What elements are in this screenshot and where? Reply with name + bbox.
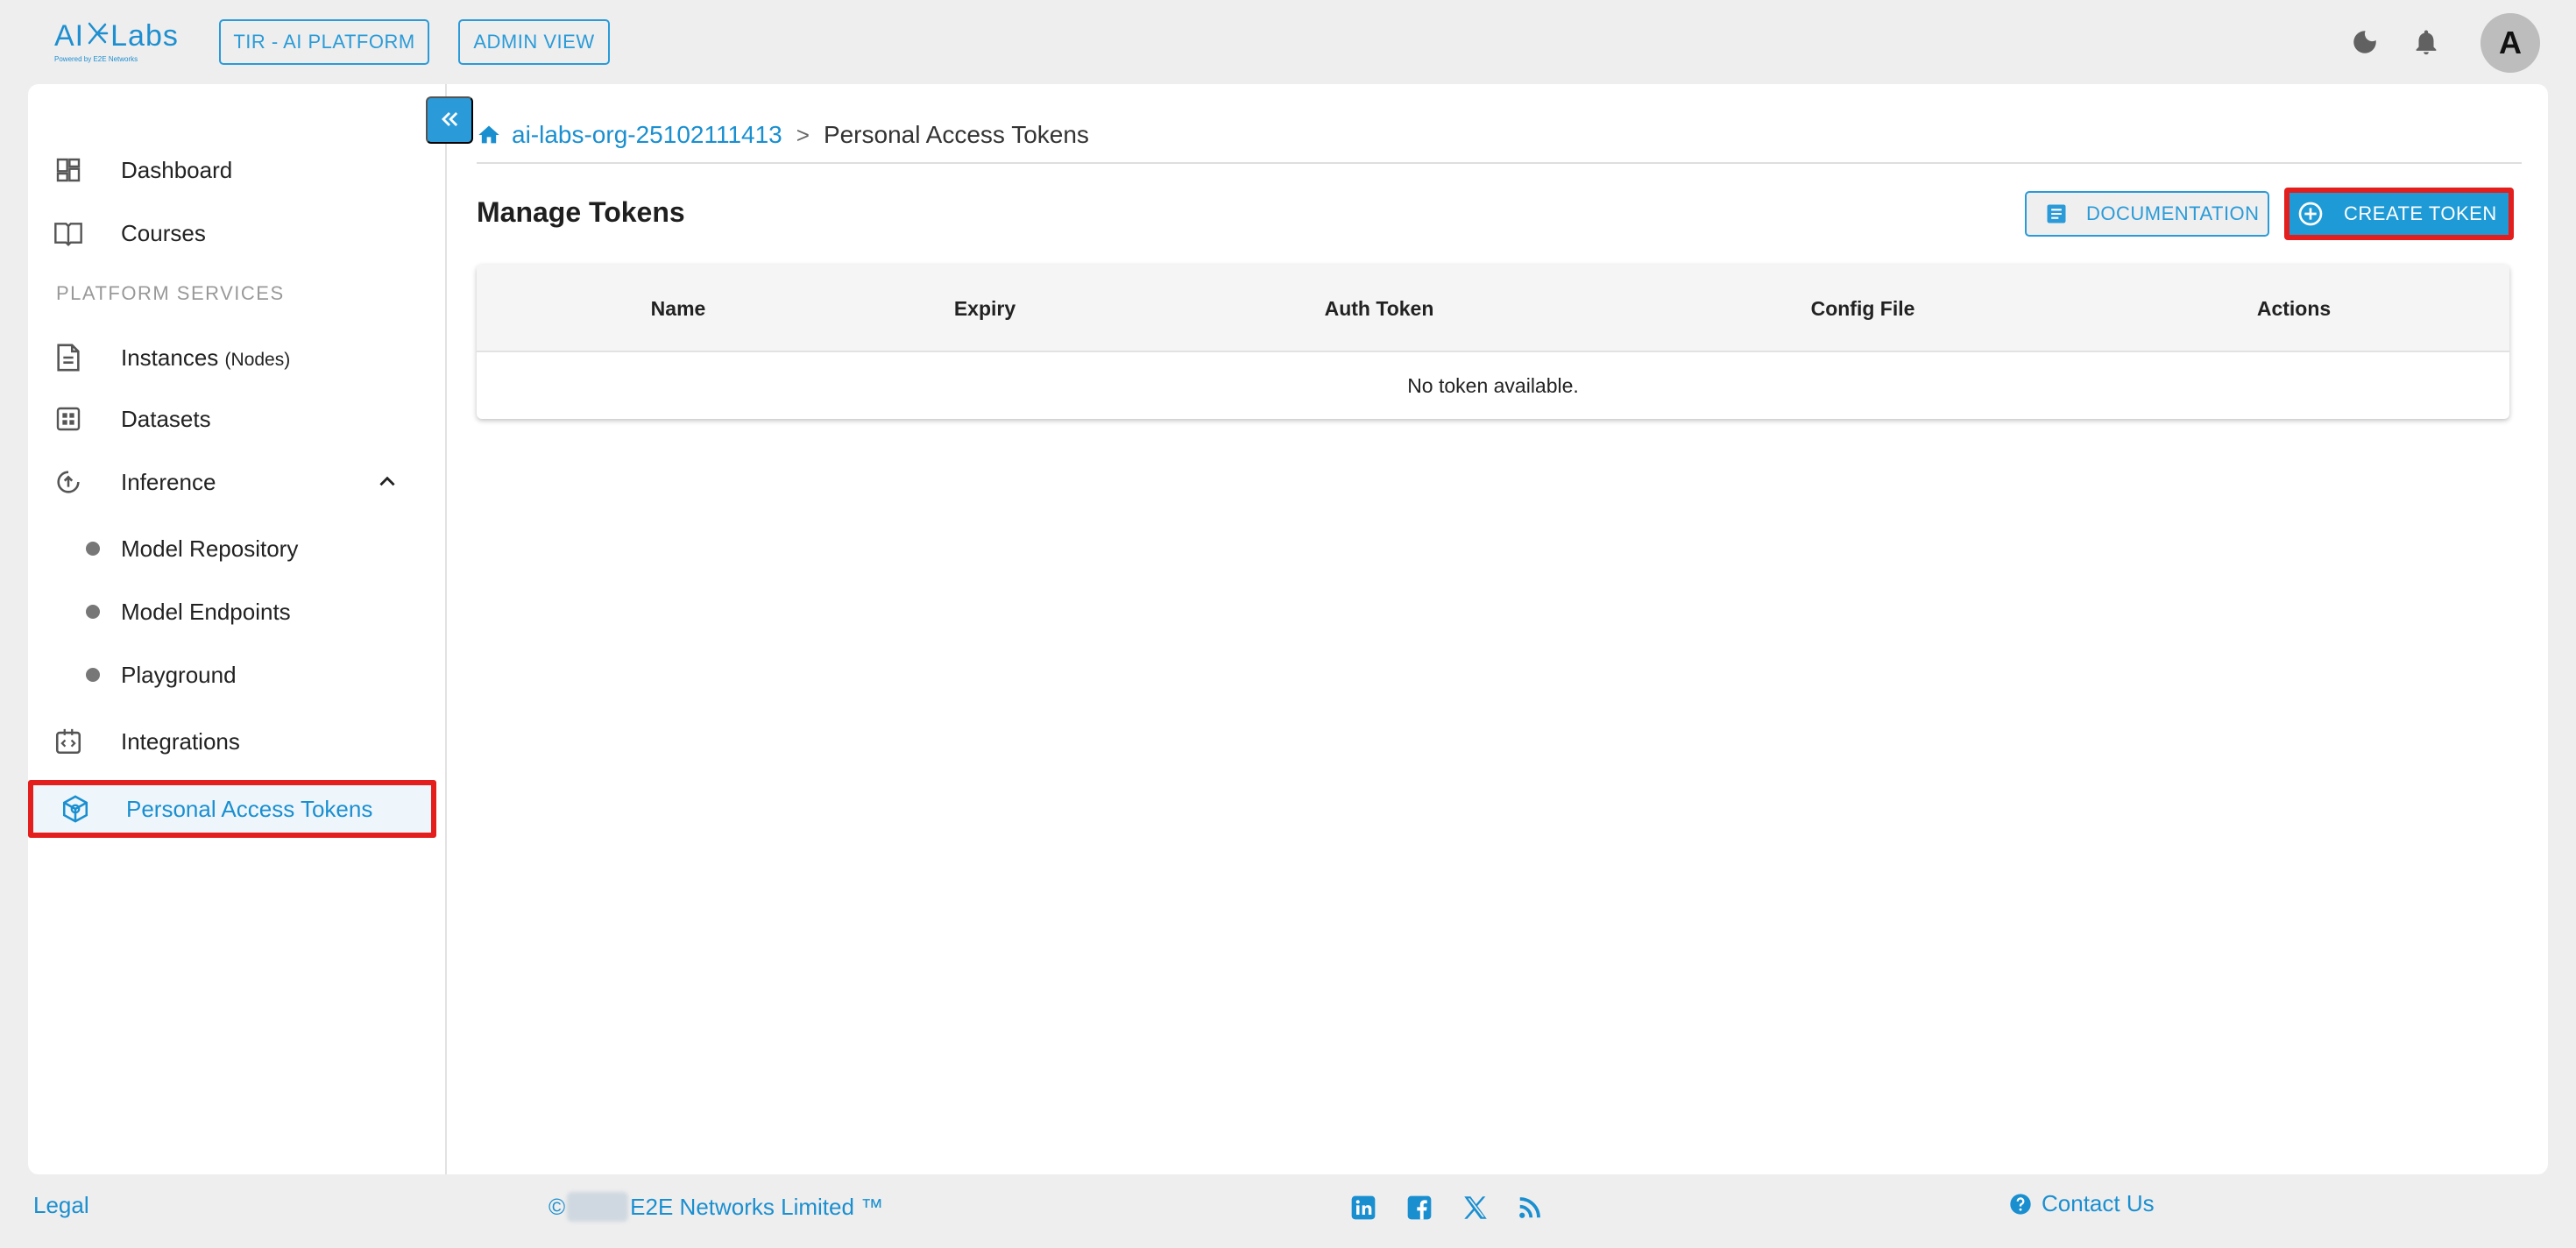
sidebar-item-dashboard[interactable]: Dashboard bbox=[28, 144, 447, 196]
column-header-name: Name bbox=[650, 296, 706, 320]
collapse-icon bbox=[437, 107, 462, 134]
platform-services-heading: PLATFORM SERVICES bbox=[56, 282, 285, 304]
breadcrumb-current: Personal Access Tokens bbox=[823, 121, 1089, 148]
admin-view-button[interactable]: ADMIN VIEW bbox=[458, 19, 610, 65]
collapse-sidebar-button[interactable] bbox=[426, 96, 473, 144]
add-circle-icon bbox=[2296, 199, 2326, 229]
breadcrumb-separator: > bbox=[796, 121, 810, 148]
home-icon[interactable] bbox=[477, 122, 503, 148]
bullet-dot bbox=[86, 542, 100, 556]
sidebar-item-model-endpoints[interactable]: Model Endpoints bbox=[28, 585, 447, 638]
empty-table-message: No token available. bbox=[1407, 373, 1579, 397]
sidebar-item-inference[interactable]: Inference bbox=[28, 456, 447, 508]
logo-spark-icon bbox=[84, 19, 110, 53]
sidebar-item-courses[interactable]: Courses bbox=[28, 207, 447, 259]
bell-icon[interactable] bbox=[2409, 25, 2444, 60]
page-title: Manage Tokens bbox=[477, 196, 685, 228]
linkedin-icon[interactable] bbox=[1346, 1190, 1381, 1225]
copyright-text: © E2E Networks Limited ™ bbox=[548, 1192, 883, 1222]
sidebar-item-personal-access-tokens[interactable]: Personal Access Tokens bbox=[28, 780, 436, 838]
breadcrumb-org-link[interactable]: ai-labs-org-25102111413 bbox=[512, 121, 782, 149]
sidebar-item-model-repository[interactable]: Model Repository bbox=[28, 522, 447, 575]
sidebar: Dashboard Courses PLATFORM SERVICES Inst… bbox=[28, 84, 447, 1174]
legal-link[interactable]: Legal bbox=[33, 1192, 89, 1219]
footer: Legal © E2E Networks Limited ™ Contact U… bbox=[0, 1174, 2576, 1248]
table-header: Name Expiry Auth Token Config File Actio… bbox=[477, 265, 2509, 352]
sidebar-item-integrations[interactable]: Integrations bbox=[28, 715, 447, 768]
book-icon bbox=[51, 216, 86, 251]
dataset-icon bbox=[51, 401, 86, 436]
avatar[interactable]: A bbox=[2480, 13, 2540, 73]
bullet-dot bbox=[86, 605, 100, 619]
moon-icon[interactable] bbox=[2347, 25, 2382, 60]
column-header-auth-token: Auth Token bbox=[1324, 296, 1434, 320]
blurred-year bbox=[567, 1192, 629, 1222]
main-card: Dashboard Courses PLATFORM SERVICES Inst… bbox=[28, 84, 2548, 1174]
x-icon[interactable] bbox=[1458, 1190, 1493, 1225]
ai-labs-logo[interactable]: AI Labs Powered by E2E Networks bbox=[54, 19, 178, 72]
dashboard-icon bbox=[51, 152, 86, 188]
facebook-icon[interactable] bbox=[1402, 1190, 1437, 1225]
sidebar-item-playground[interactable]: Playground bbox=[28, 649, 447, 701]
token-cube-icon bbox=[58, 791, 93, 826]
top-bar: AI Labs Powered by E2E Networks TIR - AI … bbox=[0, 0, 2576, 84]
contact-us-link[interactable]: Contact Us bbox=[2008, 1190, 2155, 1217]
breadcrumb-divider bbox=[477, 162, 2522, 164]
inference-icon bbox=[51, 464, 86, 500]
sidebar-item-datasets[interactable]: Datasets bbox=[28, 393, 447, 445]
tir-platform-button[interactable]: TIR - AI PLATFORM bbox=[219, 19, 429, 65]
column-header-actions: Actions bbox=[2256, 296, 2332, 320]
rss-icon[interactable] bbox=[1512, 1190, 1547, 1225]
create-token-button[interactable]: CREATE TOKEN bbox=[2284, 188, 2514, 240]
sidebar-item-instances[interactable]: Instances (Nodes) bbox=[28, 331, 447, 384]
document-icon bbox=[51, 340, 86, 375]
bullet-dot bbox=[86, 668, 100, 682]
column-header-expiry: Expiry bbox=[953, 296, 1016, 320]
help-icon bbox=[2008, 1191, 2035, 1217]
column-header-config-file: Config File bbox=[1810, 296, 1915, 320]
breadcrumb: ai-labs-org-25102111413 > Personal Acces… bbox=[477, 116, 1089, 154]
chevron-up-icon[interactable] bbox=[372, 466, 403, 498]
integrations-icon bbox=[51, 724, 86, 759]
tokens-table: Name Expiry Auth Token Config File Actio… bbox=[477, 265, 2509, 419]
documentation-icon bbox=[2044, 201, 2070, 227]
documentation-button[interactable]: DOCUMENTATION bbox=[2025, 191, 2269, 237]
